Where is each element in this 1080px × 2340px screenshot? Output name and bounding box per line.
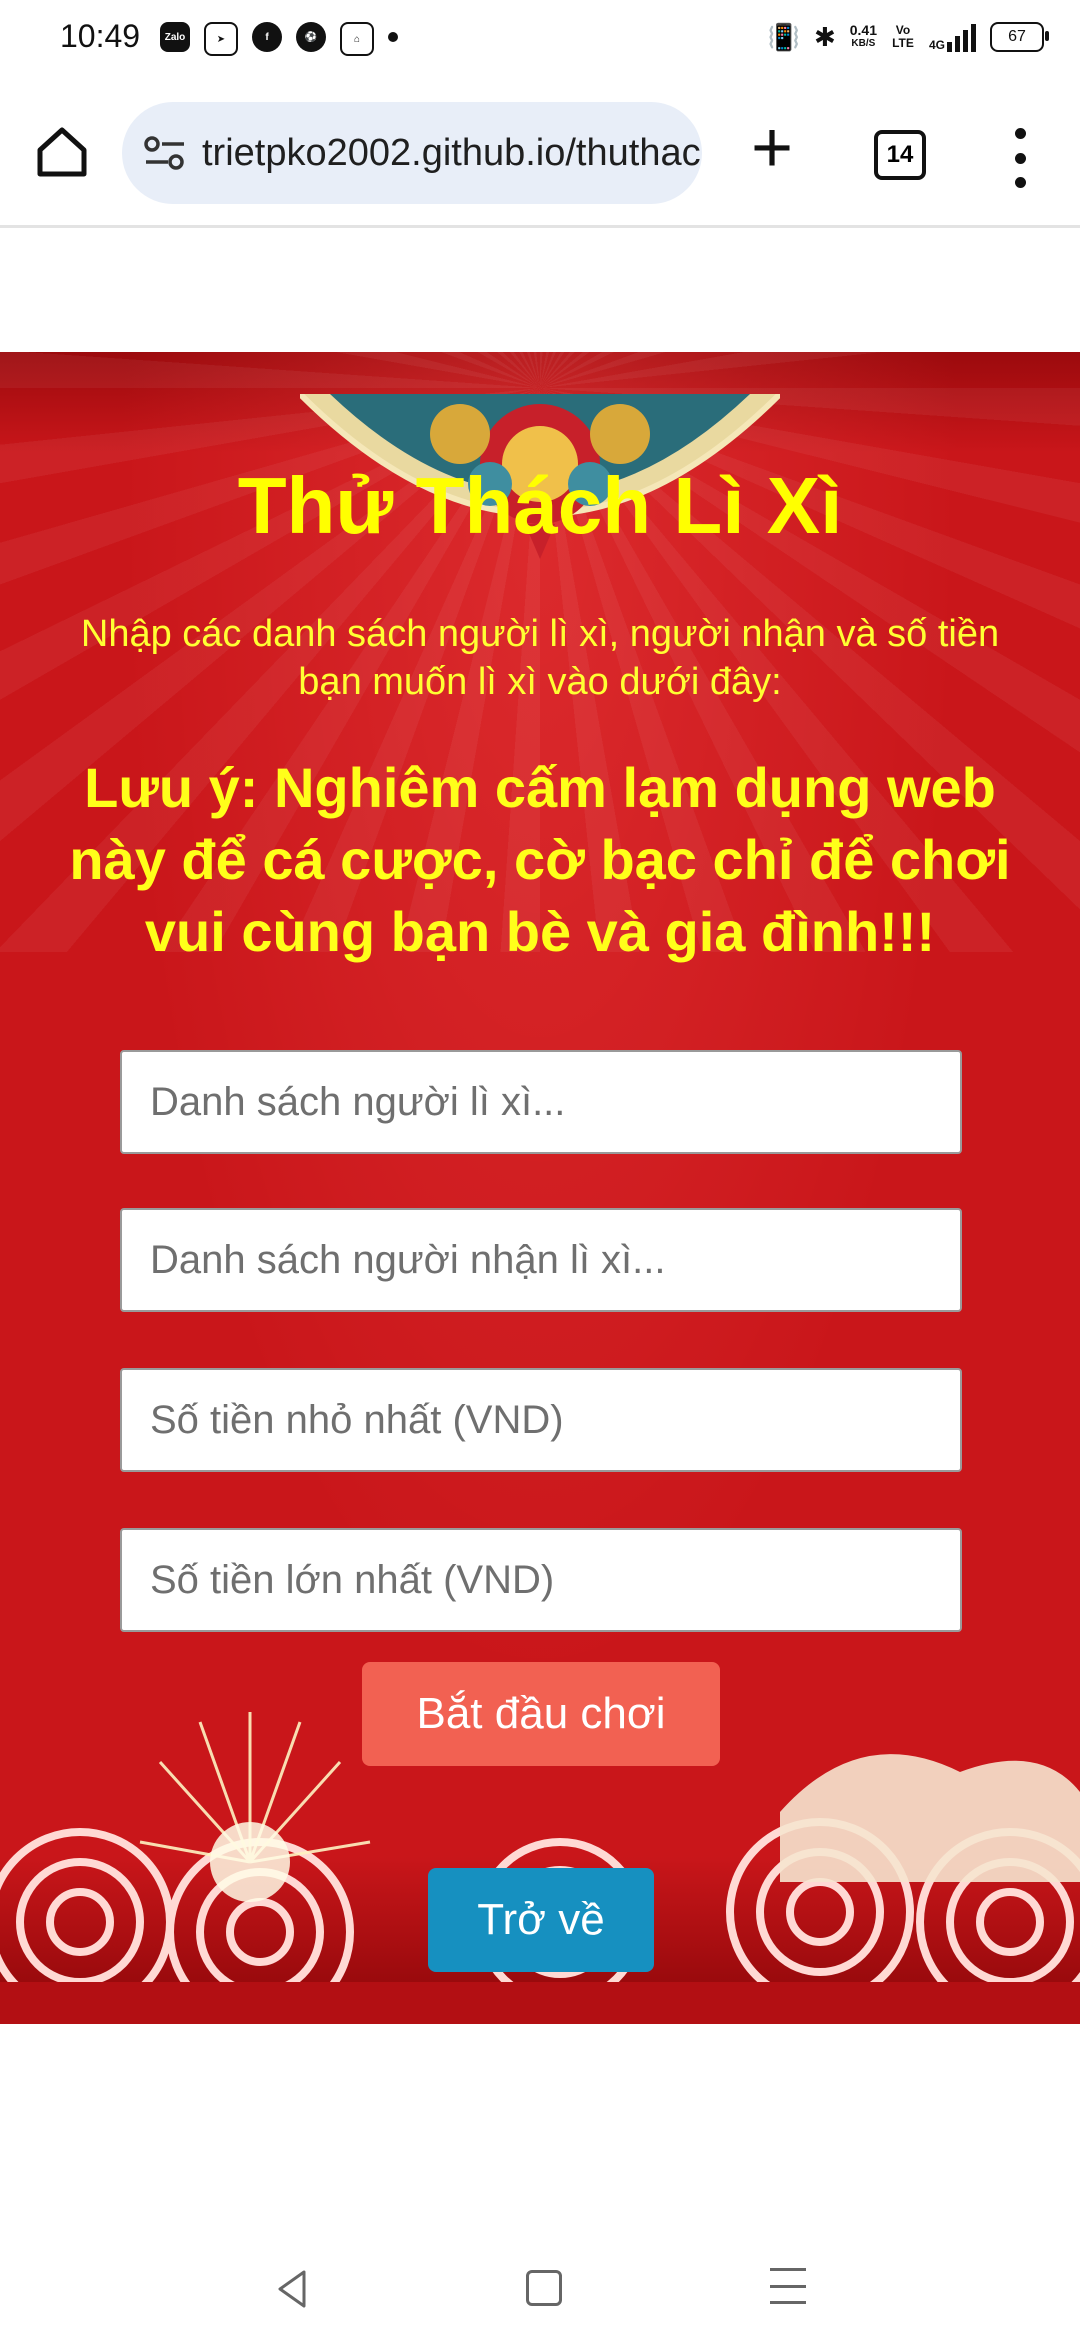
start-game-button[interactable]: Bắt đầu chơi [362,1662,720,1766]
url-text[interactable]: trietpko2002.github.io/thuthach [202,132,702,175]
tab-count: 14 [886,141,914,168]
vibrate-icon: 📳 [767,22,800,52]
instructions-text: Nhập các danh sách người lì xì, người nh… [80,613,1000,703]
tab-switcher-button[interactable]: 14 [874,130,926,180]
status-bar: 10:49 Zalo ➤ f ⚽ ⌂ 📳 ✱ 0.41 KB/S Vo LTE … [0,0,1080,80]
volte-icon: Vo LTE [892,23,914,50]
nav-home-icon[interactable] [526,2270,562,2306]
nav-back-icon[interactable] [268,2264,318,2314]
home-icon[interactable] [30,120,94,184]
network-speed-value: 0.41 [849,22,877,38]
notification-icons: Zalo ➤ f ⚽ ⌂ [160,22,398,56]
status-time: 10:49 [60,18,141,54]
min-amount-input[interactable] [120,1368,962,1472]
receivers-input[interactable] [120,1208,962,1312]
network-type: 4G [928,38,945,52]
battery-icon: 67 [990,22,1049,52]
site-settings-icon[interactable] [142,133,188,173]
network-speed: 0.41 KB/S [850,23,877,51]
bluetooth-icon: ✱ [813,22,836,52]
max-amount-input[interactable] [120,1528,962,1632]
home-wifi-icon: ⌂ [340,22,374,56]
soccer-ball-icon: ⚽ [296,22,326,52]
network-speed-unit: KB/S [851,38,876,49]
game-container: Thử Thách Lì Xì Nhập các danh sách người… [0,352,1080,2024]
page-title: Thử Thách Lì Xì [237,461,843,550]
new-tab-icon[interactable]: + [740,112,804,184]
warning-text: Lưu ý: Nghiêm cấm lạm dụng web này để cá… [69,756,1011,963]
more-menu-icon[interactable] [1000,128,1040,188]
system-navigation-bar [0,2240,1080,2340]
telegram-icon: ➤ [204,22,238,56]
system-status: 📳 ✱ 0.41 KB/S Vo LTE 4G 67 [767,20,1049,54]
back-button[interactable]: Trở về [428,1868,654,1972]
zalo-icon: Zalo [160,22,190,52]
nav-recents-icon[interactable] [770,2268,806,2304]
browser-toolbar: trietpko2002.github.io/thuthach + 14 [0,80,1080,228]
cell-signal-icon: 4G [929,22,976,52]
battery-level: 67 [1008,28,1026,45]
givers-input[interactable] [120,1050,962,1154]
facebook-icon: f [252,22,282,52]
more-notifications-icon [388,32,398,42]
address-bar[interactable]: trietpko2002.github.io/thuthach [122,102,702,204]
